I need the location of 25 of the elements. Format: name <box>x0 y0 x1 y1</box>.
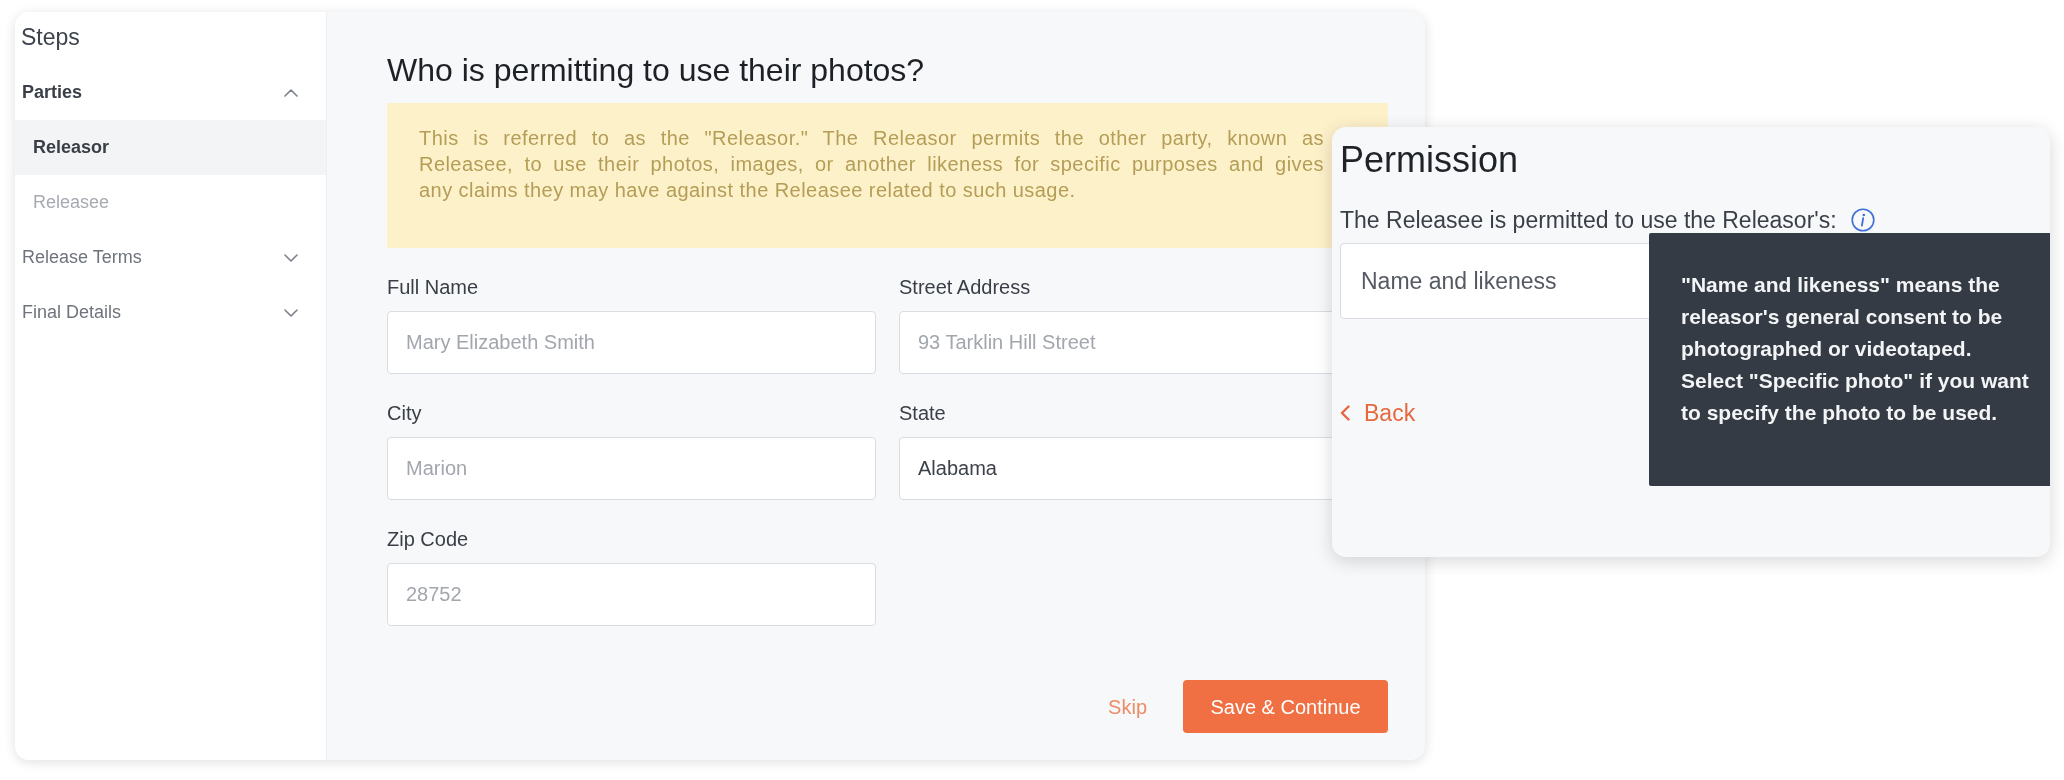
chevron-down-icon <box>284 253 298 262</box>
permission-title: Permission <box>1340 139 1520 181</box>
form-title: Who is permitting to use their photos? <box>387 53 926 87</box>
step-item[interactable]: Parties <box>15 65 326 120</box>
tooltip: "Name and likeness" means the releasor's general consent to be photographed or videotaped. Select "Specific photo" if you want to specify the photo to be used. <box>1649 233 2050 486</box>
back-link[interactable]: Back <box>1340 399 1416 427</box>
step-item[interactable]: Final Details <box>15 285 326 340</box>
sidebar-title: Steps <box>20 23 81 51</box>
save-button[interactable]: Save & Continue <box>1183 680 1388 733</box>
permission-prompt: The Releasee is permitted to use the Releasor's: <box>1340 206 1837 234</box>
chevron-up-icon <box>284 88 298 97</box>
text-field[interactable]: Mary Elizabeth Smith <box>387 311 876 374</box>
text-field[interactable]: Marion <box>387 437 876 500</box>
chevron-left-icon <box>1340 405 1350 421</box>
field-label: Zip Code <box>387 528 469 550</box>
info-icon[interactable] <box>1850 208 1875 232</box>
field-label: City <box>387 402 422 424</box>
notice-text: This is referred to as the "Releasor." The Releasor permits the other party, known as Releasee, to use their photos, images, or another likeness for specific purposes and gives any claims they may have against the Releasee related to such usage. <box>419 126 1324 203</box>
substep-item[interactable]: Releasor <box>15 120 326 175</box>
chevron-down-icon <box>284 308 298 317</box>
text-field[interactable]: 28752 <box>387 563 876 626</box>
field-label: Full Name <box>387 276 479 298</box>
step-item[interactable]: Release Terms <box>15 230 326 285</box>
field-label: State <box>899 402 946 424</box>
field-label: Street Address <box>899 276 1031 298</box>
